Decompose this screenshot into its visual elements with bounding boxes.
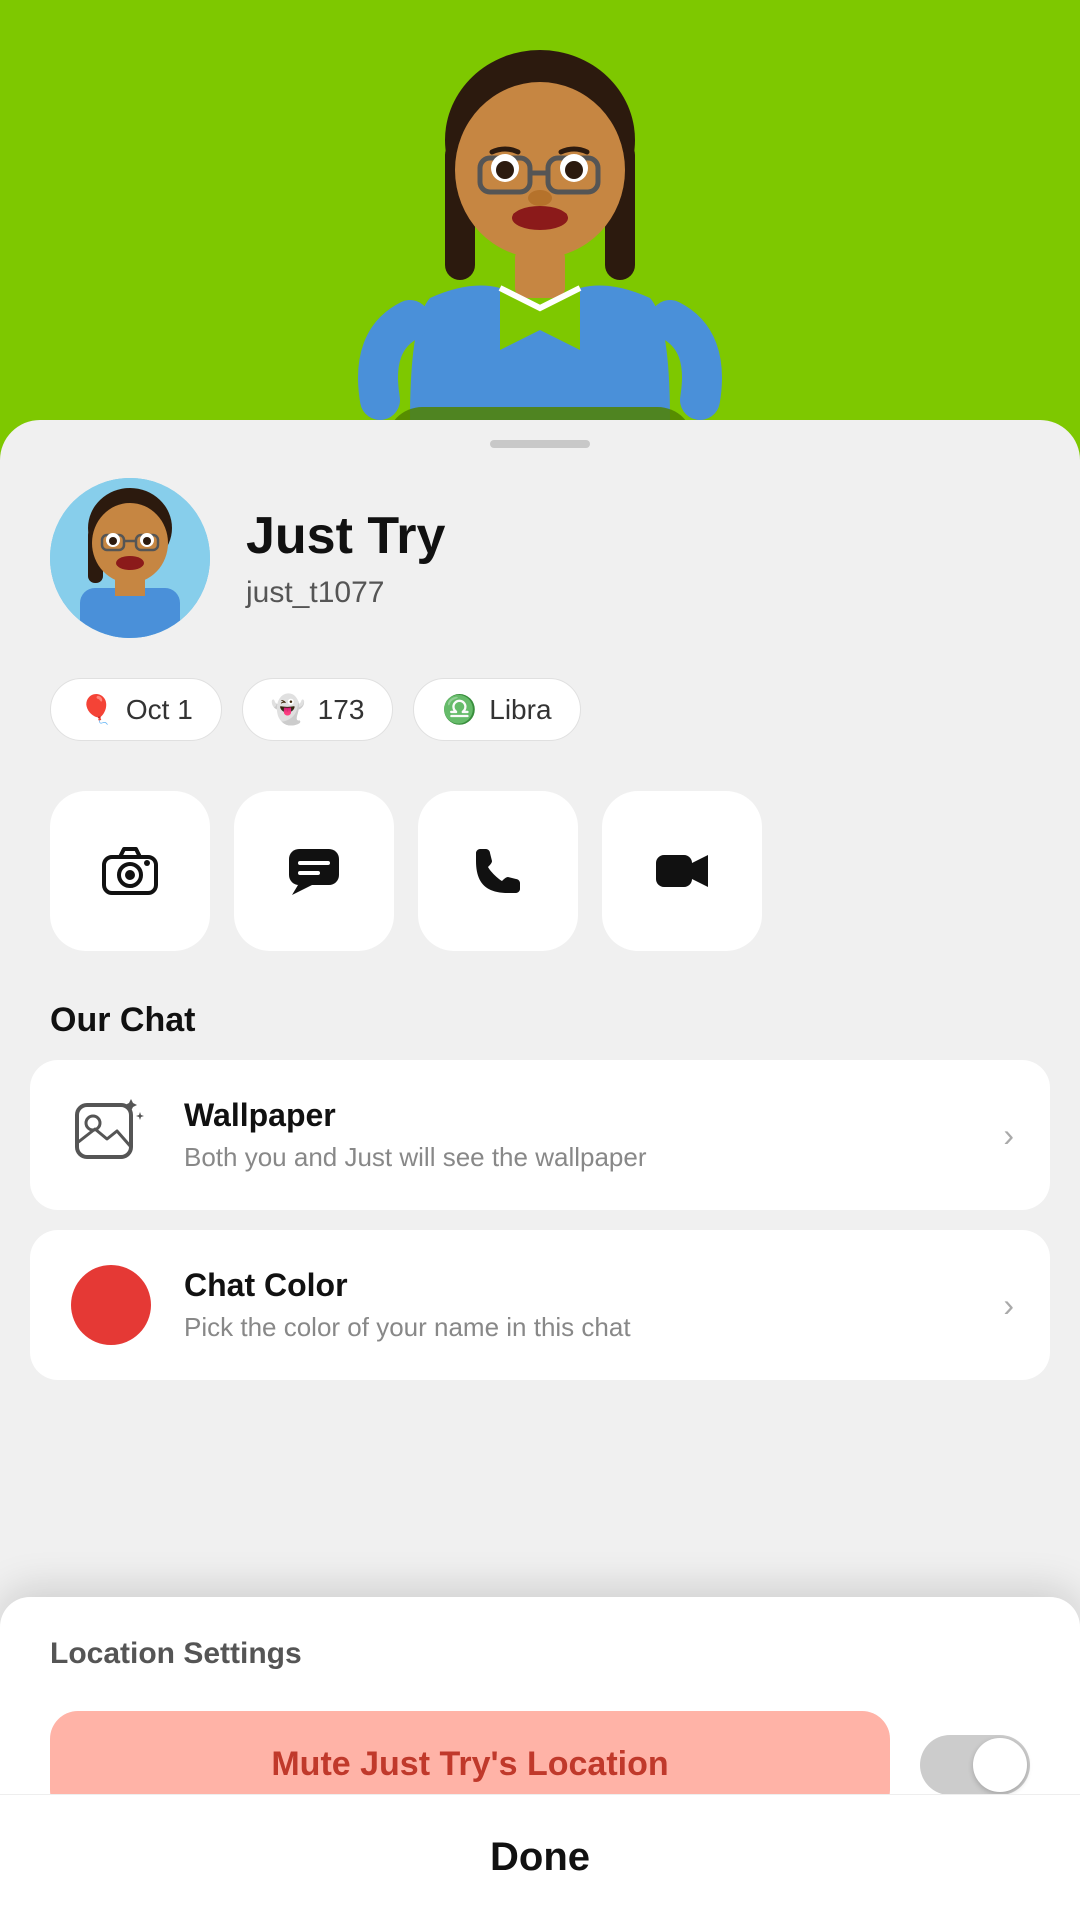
birthday-value: Oct 1: [126, 694, 193, 726]
chat-button[interactable]: [234, 791, 394, 951]
profile-info: Just Try just_t1077: [246, 506, 445, 610]
wallpaper-card[interactable]: Wallpaper Both you and Just will see the…: [30, 1060, 1050, 1210]
profile-name: Just Try: [246, 506, 445, 566]
phone-button[interactable]: [418, 791, 578, 951]
snap-score-value: 173: [318, 694, 365, 726]
location-settings-header: Location Settings: [0, 1597, 1080, 1691]
camera-button[interactable]: [50, 791, 210, 951]
drag-handle[interactable]: [490, 440, 590, 448]
wallpaper-chevron-icon: ›: [1003, 1117, 1014, 1154]
chat-color-title: Chat Color: [184, 1267, 975, 1304]
chat-color-chevron-icon: ›: [1003, 1287, 1014, 1324]
chat-color-icon: [66, 1260, 156, 1350]
video-button[interactable]: [602, 791, 762, 951]
wallpaper-title: Wallpaper: [184, 1097, 975, 1134]
chat-color-card[interactable]: Chat Color Pick the color of your name i…: [30, 1230, 1050, 1380]
zodiac-value: Libra: [489, 694, 551, 726]
balloon-icon: 🎈: [79, 693, 114, 726]
stats-row: 🎈 Oct 1 👻 173 ♎ Libra: [0, 678, 1080, 791]
wallpaper-icon: [66, 1090, 156, 1180]
mute-location-label: Mute Just Try's Location: [271, 1745, 668, 1783]
wallpaper-text: Wallpaper Both you and Just will see the…: [184, 1097, 975, 1173]
chat-color-subtitle: Pick the color of your name in this chat: [184, 1312, 975, 1343]
our-chat-header: Our Chat: [0, 1001, 1080, 1060]
done-bar: Done: [0, 1794, 1080, 1920]
avatar: [50, 478, 210, 638]
ghost-icon: 👻: [271, 693, 306, 726]
profile-section: Just Try just_t1077: [0, 478, 1080, 678]
wallpaper-subtitle: Both you and Just will see the wallpaper: [184, 1142, 975, 1173]
action-buttons-row: [0, 791, 1080, 1001]
libra-icon: ♎: [442, 693, 477, 726]
chat-color-text: Chat Color Pick the color of your name i…: [184, 1267, 975, 1343]
location-settings-panel: Location Settings Mute Just Try's Locati…: [0, 1597, 1080, 1920]
mute-toggle[interactable]: [920, 1735, 1030, 1795]
profile-username: just_t1077: [246, 576, 445, 610]
profile-bottom-sheet: Just Try just_t1077 🎈 Oct 1 👻 173 ♎ Libr…: [0, 420, 1080, 1920]
birthday-badge[interactable]: 🎈 Oct 1: [50, 678, 222, 741]
snap-score-badge[interactable]: 👻 173: [242, 678, 394, 741]
done-button[interactable]: Done: [50, 1835, 1030, 1880]
zodiac-badge[interactable]: ♎ Libra: [413, 678, 580, 741]
toggle-knob: [973, 1738, 1027, 1792]
